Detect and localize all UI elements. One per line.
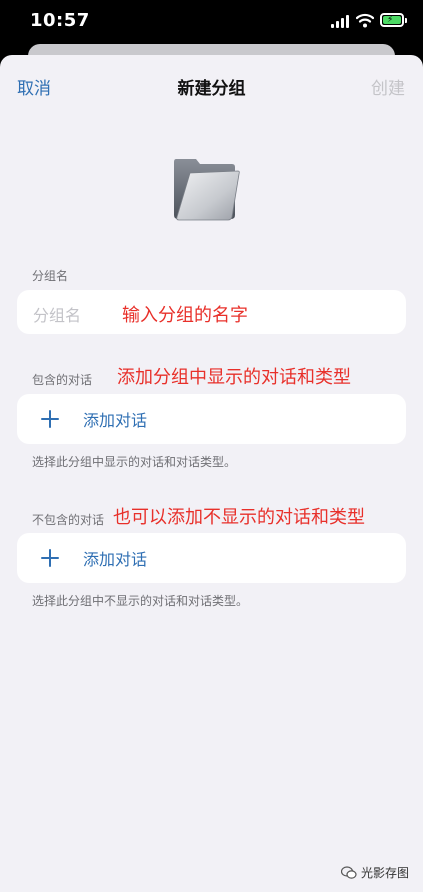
excluded-add-card[interactable]: 添加对话 bbox=[17, 533, 406, 583]
group-name-section-label: 分组名 bbox=[32, 269, 69, 283]
plus-icon bbox=[41, 410, 59, 428]
new-group-sheet: 取消 新建分组 创建 分组名 分组名 输入分组的名字 包含的对话 添加分组中显示… bbox=[0, 55, 423, 892]
page-title: 新建分组 bbox=[177, 79, 246, 99]
wechat-icon bbox=[340, 865, 357, 879]
wifi-icon bbox=[356, 13, 374, 28]
group-name-input[interactable]: 分组名 bbox=[33, 302, 81, 326]
add-included-chat-label: 添加对话 bbox=[83, 411, 148, 430]
excluded-section-label: 不包含的对话 bbox=[32, 513, 105, 527]
excluded-hint: 选择此分组中不显示的对话和对话类型。 bbox=[32, 594, 249, 608]
create-button[interactable]: 创建 bbox=[371, 74, 405, 99]
add-excluded-chat-button[interactable]: 添加对话 bbox=[17, 533, 406, 583]
plus-icon bbox=[41, 549, 59, 567]
folder-icon bbox=[174, 159, 240, 221]
add-excluded-chat-label: 添加对话 bbox=[83, 550, 148, 569]
signal-icon bbox=[331, 15, 351, 28]
watermark: 光影存图 bbox=[340, 864, 409, 881]
watermark-text: 光影存图 bbox=[360, 866, 409, 880]
annotation-include: 添加分组中显示的对话和类型 bbox=[117, 367, 351, 388]
annotation-exclude: 也可以添加不显示的对话和类型 bbox=[113, 507, 365, 528]
included-add-card[interactable]: 添加对话 bbox=[17, 394, 406, 444]
status-time: 10:57 bbox=[30, 10, 90, 31]
add-included-chat-button[interactable]: 添加对话 bbox=[17, 394, 406, 444]
status-bar: 10:57 ⚡ bbox=[0, 0, 423, 44]
included-section-label: 包含的对话 bbox=[32, 373, 93, 387]
navigation-bar: 取消 新建分组 创建 bbox=[0, 55, 423, 115]
included-hint: 选择此分组中显示的对话和对话类型。 bbox=[32, 455, 237, 469]
battery-icon: ⚡ bbox=[380, 13, 407, 27]
annotation-name: 输入分组的名字 bbox=[122, 305, 248, 326]
